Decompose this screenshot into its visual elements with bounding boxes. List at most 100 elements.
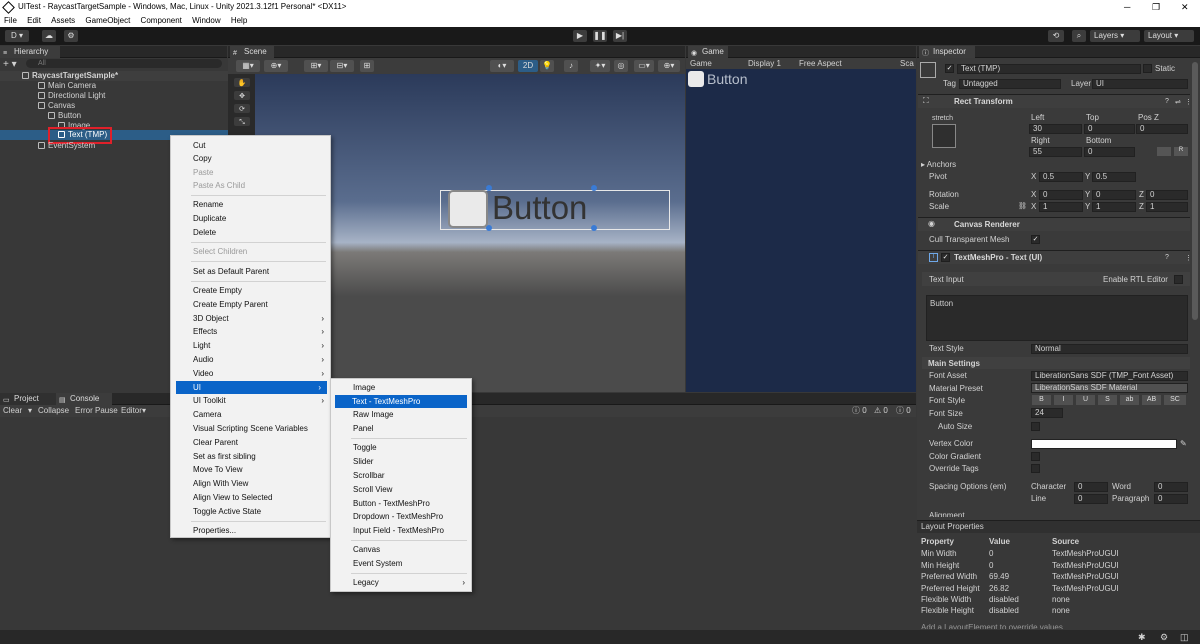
menu-item-ui[interactable]: UI › [176, 381, 327, 394]
submenu-item-slider[interactable]: Slider [331, 455, 471, 468]
pivot-y-field[interactable]: 0.5 [1092, 172, 1136, 182]
scale-tool-icon[interactable]: ⤡ [234, 117, 250, 126]
menu-help[interactable]: Help [231, 16, 247, 25]
submenu-item-image[interactable]: Image [331, 381, 471, 394]
font-style-strikethrough[interactable]: S [1098, 395, 1117, 405]
submenu-item-canvas[interactable]: Canvas [331, 543, 471, 556]
scale-y-field[interactable]: 1 [1092, 202, 1136, 212]
maximize-button[interactable]: ❐ [1152, 0, 1160, 14]
warning-count[interactable]: ⚠ 0 [874, 405, 888, 417]
layers-dropdown[interactable]: Layers ▾ [1090, 30, 1140, 42]
menu-item-align-with-view[interactable]: Align With View [171, 477, 330, 490]
tmp-enabled-checkbox[interactable]: ✓ [941, 253, 950, 262]
error-count[interactable]: ⓘ 0 [896, 405, 911, 417]
search-icon[interactable]: ⌕ [1072, 30, 1086, 42]
menu-item-create-empty-parent[interactable]: Create Empty Parent [171, 298, 330, 311]
left-field[interactable]: 30 [1029, 124, 1082, 134]
cloud-status-icon[interactable]: ✱ [1138, 632, 1146, 643]
menu-window[interactable]: Window [192, 16, 220, 25]
grid-snap-dropdown[interactable]: ⊞▾ [304, 60, 328, 72]
tab-scene[interactable]: # Scene [230, 46, 274, 58]
menu-item-light[interactable]: Light › [171, 339, 330, 352]
menu-item-create-empty[interactable]: Create Empty [171, 284, 330, 297]
eyedropper-icon[interactable]: ✎ [1180, 439, 1187, 448]
rtl-checkbox[interactable] [1174, 275, 1183, 284]
material-preset-dropdown[interactable]: LiberationSans SDF Material [1031, 383, 1188, 393]
clear-dropdown-icon[interactable]: ▾ [28, 405, 32, 417]
font-asset-field[interactable]: LiberationSans SDF (TMP_Font Asset) [1031, 371, 1188, 381]
menu-assets[interactable]: Assets [51, 16, 75, 25]
rotation-y-field[interactable]: 0 [1092, 190, 1136, 200]
pivot-dropdown[interactable]: ⊕▾ [264, 60, 288, 72]
menu-file[interactable]: File [4, 16, 17, 25]
submenu-item-input-field-textmeshpro[interactable]: Input Field - TextMeshPro [331, 524, 471, 537]
submenu-item-scroll-view[interactable]: Scroll View [331, 483, 471, 496]
menu-item-ui-toolkit[interactable]: UI Toolkit › [171, 394, 330, 407]
cloud-icon[interactable]: ☁ [42, 30, 56, 42]
gizmos-dropdown[interactable]: ⊕▾ [658, 60, 680, 72]
layer-dropdown[interactable]: UI [1092, 79, 1188, 89]
more-icon[interactable]: ⋮ [1185, 254, 1192, 262]
layout-dropdown[interactable]: Layout ▾ [1144, 30, 1194, 42]
hierarchy-item-button[interactable]: Button [0, 111, 228, 121]
bottom-field[interactable]: 0 [1084, 147, 1135, 157]
anchors-foldout[interactable]: ▸ Anchors [921, 160, 956, 170]
lighting-icon[interactable]: 💡 [540, 60, 554, 72]
collab-status-icon[interactable]: ⚙ [1160, 632, 1168, 643]
camera-dropdown[interactable]: ▭▾ [634, 60, 654, 72]
rect-transform-header[interactable]: Rect Transform [918, 94, 1190, 108]
shading-dropdown[interactable]: ◐▾ [490, 60, 514, 72]
search-input[interactable]: All [26, 59, 222, 68]
menu-item-effects[interactable]: Effects › [171, 325, 330, 338]
move-tool-icon[interactable]: ✥ [234, 91, 250, 100]
submenu-item-dropdown-textmeshpro[interactable]: Dropdown - TextMeshPro [331, 510, 471, 523]
minimize-button[interactable]: ─ [1124, 0, 1130, 14]
menu-item-video[interactable]: Video › [171, 367, 330, 380]
font-style-lowercase[interactable]: ab [1120, 395, 1139, 405]
aspect-dropdown[interactable]: Free Aspect [799, 58, 842, 69]
pivot-x-field[interactable]: 0.5 [1039, 172, 1083, 182]
pause-button[interactable]: ❚❚ [593, 30, 607, 42]
rotation-x-field[interactable]: 0 [1039, 190, 1083, 200]
display-dropdown[interactable]: Display 1 [748, 58, 781, 69]
menu-gameobject[interactable]: GameObject [85, 16, 130, 25]
menu-item-copy[interactable]: Copy [171, 152, 330, 165]
effects-icon[interactable]: ✦▾ [590, 60, 610, 72]
submenu-item-event-system[interactable]: Event System [331, 557, 471, 570]
submenu-item-legacy[interactable]: Legacy › [331, 576, 471, 589]
preset-icon[interactable]: ⇌ [1175, 98, 1181, 106]
step-button[interactable]: ▶| [613, 30, 627, 42]
more-icon[interactable]: ⋮ [1185, 98, 1192, 106]
font-style-uppercase[interactable]: AB [1142, 395, 1161, 405]
text-style-dropdown[interactable]: Normal [1031, 344, 1188, 354]
submenu-item-button-textmeshpro[interactable]: Button - TextMeshPro [331, 497, 471, 510]
hierarchy-item-main-camera[interactable]: Main Camera [0, 81, 228, 91]
rect-handle[interactable] [591, 225, 597, 231]
tab-console[interactable]: ▤ Console [56, 393, 112, 405]
tag-dropdown[interactable]: Untagged [959, 79, 1061, 89]
menu-item-camera[interactable]: Camera [171, 408, 330, 421]
add-icon[interactable]: + ▾ [3, 59, 17, 70]
inspector-scrollbar[interactable] [1192, 62, 1198, 320]
text-input-area[interactable]: Button [926, 295, 1188, 341]
2d-toggle-button[interactable]: 2D [518, 60, 538, 72]
blueprint-mode-icon[interactable] [1157, 147, 1171, 156]
link-icon[interactable]: ⛓ [1018, 202, 1027, 210]
info-count[interactable]: ⓘ 0 [852, 405, 867, 417]
right-field[interactable]: 55 [1029, 147, 1082, 157]
canvas-renderer-header[interactable]: Canvas Renderer [918, 217, 1190, 231]
hidden-objects-icon[interactable]: ◎ [614, 60, 628, 72]
rotate-tool-icon[interactable]: ⟳ [234, 104, 250, 113]
cull-checkbox[interactable]: ✓ [1031, 235, 1040, 244]
static-checkbox[interactable] [1143, 64, 1152, 73]
game-viewport[interactable]: Button [686, 69, 916, 392]
menu-item-delete[interactable]: Delete [171, 226, 330, 239]
menu-item-rename[interactable]: Rename [171, 198, 330, 211]
menu-edit[interactable]: Edit [27, 16, 41, 25]
hand-tool-icon[interactable]: ✋ [234, 78, 250, 87]
hierarchy-item-directional-light[interactable]: Directional Light [0, 91, 228, 101]
menu-item-set-first-sibling[interactable]: Set as first sibling [171, 450, 330, 463]
submenu-item-scrollbar[interactable]: Scrollbar [331, 469, 471, 482]
menu-item-paste-as-child[interactable]: Paste As Child [171, 179, 330, 192]
history-icon[interactable]: ⟲ [1048, 30, 1064, 42]
